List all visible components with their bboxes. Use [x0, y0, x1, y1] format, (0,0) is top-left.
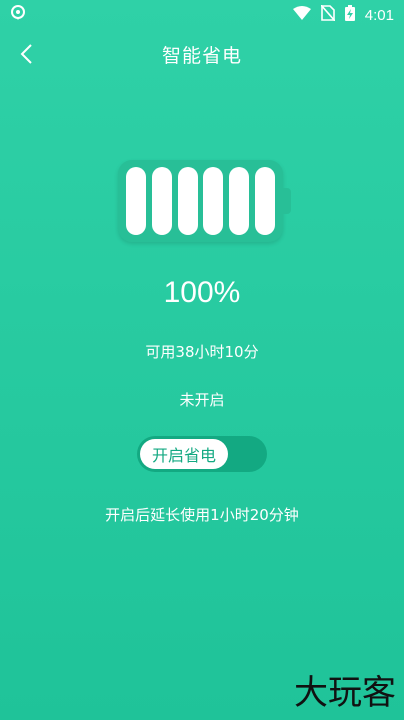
battery-cell [151, 167, 172, 235]
battery-graphic [118, 160, 294, 242]
battery-cell [203, 167, 224, 235]
status-right: 4:01 [292, 4, 394, 25]
battery-percent: 100% [163, 276, 241, 309]
wifi-icon [292, 6, 311, 24]
status-left [10, 5, 26, 25]
battery-cell [229, 167, 250, 235]
battery-cell [254, 167, 275, 235]
toggle-label: 开启省电 [140, 439, 228, 469]
battery-cell [126, 167, 146, 235]
status-bar: 4:01 [0, 0, 404, 30]
extend-time-info: 开启后延长使用1小时20分钟 [105, 506, 299, 524]
header: 智能省电 [0, 38, 404, 74]
status-time: 4:01 [364, 6, 394, 24]
battery-body [118, 160, 283, 242]
battery-charging-icon [344, 5, 355, 25]
watermark-logo: 大玩客 [294, 673, 396, 713]
power-saving-state: 未开启 [179, 391, 225, 409]
battery-cells [126, 167, 275, 235]
no-sim-icon [320, 4, 336, 25]
page-title: 智能省电 [161, 45, 242, 67]
battery-tip [283, 188, 291, 214]
available-time: 可用38小时10分 [145, 343, 259, 361]
battery-cell [177, 167, 198, 235]
power-saving-toggle[interactable]: 开启省电 [137, 436, 267, 472]
location-pin-icon [10, 5, 26, 25]
